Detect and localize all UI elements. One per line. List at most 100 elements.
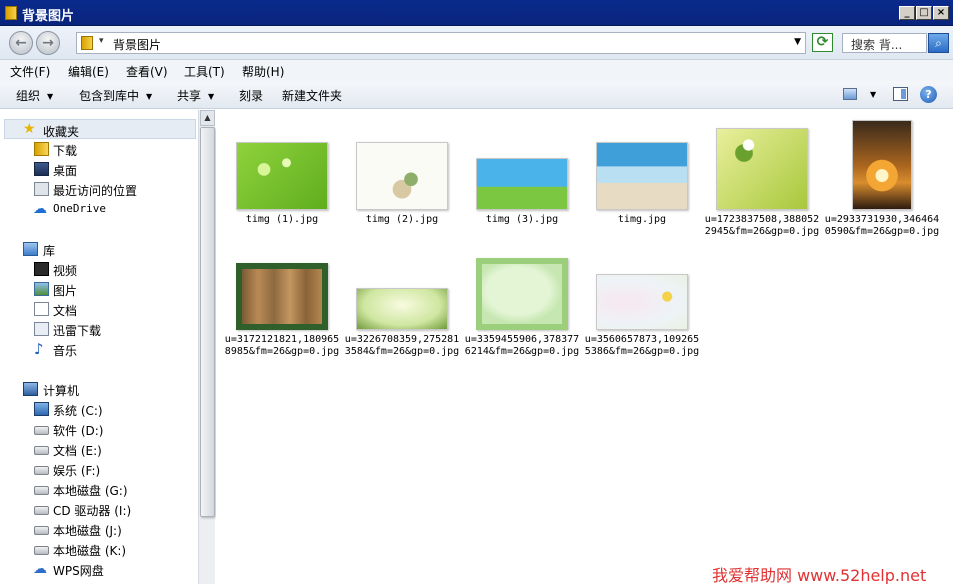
drive-icon: [34, 486, 49, 495]
nav-libraries-label: 库: [43, 244, 56, 258]
image-thumbnail: [476, 158, 568, 210]
command-bar: 组织 ▼ 包含到库中 ▼ 共享 ▼ 刻录 新建文件夹 ▼ ?: [0, 81, 953, 109]
file-item[interactable]: timg.jpg: [582, 120, 702, 230]
document-icon: [34, 302, 49, 316]
back-button[interactable]: ←: [9, 31, 33, 55]
file-item[interactable]: timg (2).jpg: [342, 120, 462, 230]
scroll-up-arrow-icon[interactable]: ▲: [200, 110, 215, 126]
file-item[interactable]: u=3172121821,1809658985&fm=26&gp=0.jpg: [222, 260, 342, 380]
file-name: u=2933731930,3464640590&fm=26&gp=0.jpg: [824, 214, 940, 237]
address-path[interactable]: 背景图片: [113, 36, 161, 53]
preview-pane-icon[interactable]: [893, 87, 908, 101]
address-toolbar: ← → ▾ 背景图片 ▼ ⟳ 搜索 背... ⌕: [0, 26, 953, 60]
view-options-chevron-icon[interactable]: ▼: [870, 90, 876, 99]
forward-button[interactable]: →: [36, 31, 60, 55]
file-name: u=3359455906,3783776214&fm=26&gp=0.jpg: [464, 334, 580, 357]
nav-item-label: OneDrive: [53, 202, 106, 215]
menu-bar: 文件(F) 编辑(E) 查看(V) 工具(T) 帮助(H): [0, 60, 953, 81]
recent-places-icon: [34, 182, 49, 196]
nav-item-label: CD 驱动器 (I:): [53, 504, 132, 518]
nav-item-label: 视频: [53, 264, 78, 278]
cd-drive-icon: [34, 506, 49, 515]
file-item[interactable]: timg (3).jpg: [462, 120, 582, 230]
menu-help[interactable]: 帮助(H): [242, 63, 284, 80]
nav-item-drive-f[interactable]: 娱乐 (F:): [0, 459, 198, 479]
nav-item-drive-i[interactable]: CD 驱动器 (I:): [0, 499, 198, 519]
file-item[interactable]: u=3226708359,2752813584&fm=26&gp=0.jpg: [342, 260, 462, 380]
nav-item-documents[interactable]: 文档: [0, 299, 198, 319]
title-bar: 背景图片 _ □ ×: [0, 0, 953, 26]
nav-item-label: WPS网盘: [53, 564, 104, 578]
star-icon: ★: [23, 121, 36, 137]
window-title: 背景图片: [22, 9, 75, 24]
nav-item-downloads[interactable]: 下载: [0, 139, 198, 159]
file-item[interactable]: u=1723837508,3880522945&fm=26&gp=0.jpg: [702, 120, 822, 260]
new-folder-button[interactable]: 新建文件夹: [282, 87, 342, 104]
scrollbar-thumb[interactable]: [200, 127, 215, 517]
file-name: timg (3).jpg: [485, 214, 559, 225]
cloud-icon: ☁: [33, 561, 47, 577]
menu-edit[interactable]: 编辑(E): [68, 63, 109, 80]
nav-item-drive-g[interactable]: 本地磁盘 (G:): [0, 479, 198, 499]
nav-item-drive-e[interactable]: 文档 (E:): [0, 439, 198, 459]
burn-button[interactable]: 刻录: [239, 87, 263, 104]
file-name: timg.jpg: [617, 214, 667, 225]
file-name: u=3172121821,1809658985&fm=26&gp=0.jpg: [224, 334, 340, 357]
search-icon[interactable]: ⌕: [928, 33, 949, 53]
image-thumbnail: [852, 120, 912, 210]
download-folder-icon: [34, 322, 49, 336]
share-label: 共享: [177, 89, 202, 103]
refresh-button[interactable]: ⟳: [812, 33, 833, 52]
minimize-button[interactable]: _: [899, 6, 915, 20]
nav-libraries[interactable]: 库: [0, 239, 198, 259]
navigation-scrollbar[interactable]: ▲: [198, 110, 215, 584]
nav-item-music[interactable]: ♪ 音乐: [0, 339, 198, 359]
nav-item-label: 最近访问的位置: [53, 184, 138, 198]
change-view-icon[interactable]: [843, 88, 857, 100]
file-name: u=1723837508,3880522945&fm=26&gp=0.jpg: [704, 214, 820, 237]
nav-favorites[interactable]: ★ 收藏夹: [4, 119, 196, 139]
folder-icon: [5, 6, 17, 20]
nav-item-recent-places[interactable]: 最近访问的位置: [0, 179, 198, 199]
file-item[interactable]: u=2933731930,3464640590&fm=26&gp=0.jpg: [822, 120, 942, 260]
image-thumbnail: [236, 263, 328, 330]
include-library-label: 包含到库中: [79, 89, 140, 103]
nav-item-desktop[interactable]: 桌面: [0, 159, 198, 179]
nav-item-label: 文档: [53, 304, 78, 318]
address-dropdown-icon[interactable]: ▼: [794, 37, 801, 47]
address-bar[interactable]: ▾ 背景图片 ▼: [76, 32, 806, 54]
nav-item-drive-d[interactable]: 软件 (D:): [0, 419, 198, 439]
file-item[interactable]: u=3359455906,3783776214&fm=26&gp=0.jpg: [462, 258, 582, 380]
menu-file[interactable]: 文件(F): [10, 63, 50, 80]
close-button[interactable]: ×: [933, 6, 949, 20]
menu-view[interactable]: 查看(V): [126, 63, 168, 80]
file-item[interactable]: u=3560657873,1092655386&fm=26&gp=0.jpg: [582, 260, 702, 380]
help-icon[interactable]: ?: [920, 86, 937, 103]
nav-computer[interactable]: 计算机: [0, 379, 198, 399]
image-thumbnail: [356, 288, 448, 330]
share-button[interactable]: 共享 ▼: [177, 87, 214, 104]
menu-tools[interactable]: 工具(T): [184, 63, 225, 80]
chevron-down-icon[interactable]: ▾: [99, 36, 104, 46]
nav-item-label: 图片: [53, 284, 78, 298]
nav-item-onedrive[interactable]: ☁ OneDrive: [0, 199, 198, 219]
file-list: timg (1).jpg timg (2).jpg timg (3).jpg t…: [216, 110, 953, 584]
nav-item-drive-c[interactable]: 系统 (C:): [0, 399, 198, 419]
nav-item-label: 下载: [53, 144, 78, 158]
nav-item-videos[interactable]: 视频: [0, 259, 198, 279]
file-item[interactable]: timg (1).jpg: [222, 120, 342, 230]
picture-icon: [34, 282, 49, 296]
nav-item-thunder-downloads[interactable]: 迅雷下载: [0, 319, 198, 339]
organize-button[interactable]: 组织 ▼: [16, 87, 53, 104]
nav-item-drive-j[interactable]: 本地磁盘 (J:): [0, 519, 198, 539]
nav-item-label: 本地磁盘 (K:): [53, 544, 127, 558]
nav-item-pictures[interactable]: 图片: [0, 279, 198, 299]
search-input[interactable]: 搜索 背...: [842, 33, 927, 53]
system-drive-icon: [34, 402, 49, 416]
file-name: u=3560657873,1092655386&fm=26&gp=0.jpg: [584, 334, 700, 357]
nav-item-wps-cloud[interactable]: ☁ WPS网盘: [0, 559, 198, 579]
maximize-button[interactable]: □: [916, 6, 932, 20]
include-library-button[interactable]: 包含到库中 ▼: [79, 87, 152, 104]
nav-item-label: 系统 (C:): [53, 404, 103, 418]
nav-item-drive-k[interactable]: 本地磁盘 (K:): [0, 539, 198, 559]
